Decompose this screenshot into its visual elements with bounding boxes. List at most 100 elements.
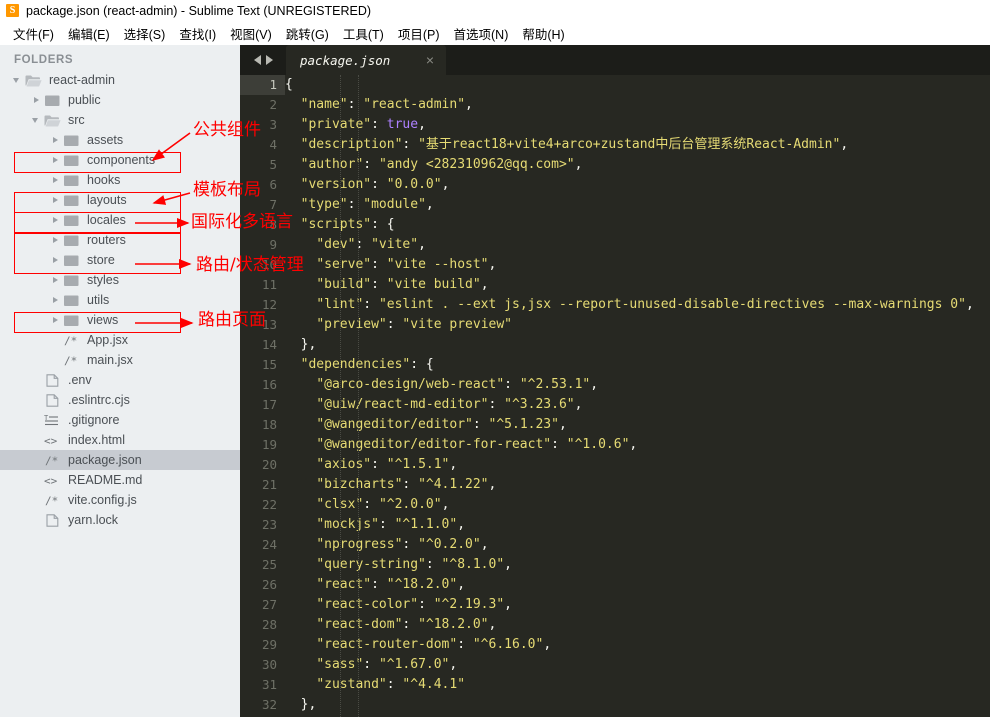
code-content[interactable]: { "name": "react-admin", "private": true… bbox=[285, 75, 990, 717]
code-line[interactable]: "type": "module", bbox=[285, 195, 990, 215]
code-line[interactable]: "zustand": "^4.4.1" bbox=[285, 675, 990, 695]
code-line[interactable]: }, bbox=[285, 335, 990, 355]
tab-nav-arrows[interactable] bbox=[240, 45, 286, 75]
menu-item[interactable]: 查找(I) bbox=[172, 22, 223, 45]
tree-item-react-admin[interactable]: react-admin bbox=[0, 70, 240, 90]
tree-item-vite-config-js[interactable]: /* vite.config.js bbox=[0, 490, 240, 510]
code-line[interactable]: "description": "基于react18+vite4+arco+zus… bbox=[285, 135, 990, 155]
tree-item-main-jsx[interactable]: /* main.jsx bbox=[0, 350, 240, 370]
chevron-right-icon[interactable] bbox=[50, 215, 60, 225]
tree-item-yarn-lock[interactable]: yarn.lock bbox=[0, 510, 240, 530]
code-line[interactable]: "name": "react-admin", bbox=[285, 95, 990, 115]
code-line[interactable]: "react-color": "^2.19.3", bbox=[285, 595, 990, 615]
menu-item[interactable]: 编辑(E) bbox=[61, 22, 117, 45]
tree-item-gitignore[interactable]: T .gitignore bbox=[0, 410, 240, 430]
tree-item-hooks[interactable]: hooks bbox=[0, 170, 240, 190]
code-line[interactable]: { bbox=[285, 75, 990, 95]
code-line[interactable]: "query-string": "^8.1.0", bbox=[285, 555, 990, 575]
tree-item-locales[interactable]: locales bbox=[0, 210, 240, 230]
code-line[interactable]: "axios": "^1.5.1", bbox=[285, 455, 990, 475]
chevron-right-icon[interactable] bbox=[50, 195, 60, 205]
tree-item-public[interactable]: public bbox=[0, 90, 240, 110]
chevron-right-icon[interactable] bbox=[50, 255, 60, 265]
code-line[interactable]: "react": "^18.2.0", bbox=[285, 575, 990, 595]
menu-item[interactable]: 帮助(H) bbox=[515, 22, 571, 45]
chevron-right-icon[interactable] bbox=[50, 275, 60, 285]
chevron-down-icon[interactable] bbox=[12, 75, 22, 85]
folder-tree[interactable]: react-admin public src assets components hook… bbox=[0, 70, 240, 530]
chevron-right-icon[interactable] bbox=[50, 175, 60, 185]
code-line[interactable]: "preview": "vite preview" bbox=[285, 315, 990, 335]
code-line[interactable]: "nprogress": "^0.2.0", bbox=[285, 535, 990, 555]
tree-item-eslintrc-cjs[interactable]: .eslintrc.cjs bbox=[0, 390, 240, 410]
chevron-right-icon[interactable] bbox=[50, 315, 60, 325]
code-line[interactable]: "dependencies": { bbox=[285, 355, 990, 375]
menu-item[interactable]: 工具(T) bbox=[336, 22, 391, 45]
menu-item[interactable]: 跳转(G) bbox=[279, 22, 336, 45]
token-punc: : bbox=[363, 657, 379, 672]
folder-icon bbox=[63, 174, 80, 187]
code-line[interactable]: "@arco-design/web-react": "^2.53.1", bbox=[285, 375, 990, 395]
line-number: 2 bbox=[269, 97, 277, 112]
chevron-right-icon[interactable] bbox=[31, 95, 41, 105]
code-line[interactable]: "private": true, bbox=[285, 115, 990, 135]
code-area[interactable]: 1 2 3 4 5 6 7 8 9 10 11 12 13 14 15 16 17 18 19 20 21 22 23 24 2… bbox=[240, 75, 990, 717]
chevron-right-icon[interactable] bbox=[50, 295, 60, 305]
close-icon[interactable]: × bbox=[410, 53, 446, 67]
code-line[interactable]: "@uiw/react-md-editor": "^3.23.6", bbox=[285, 395, 990, 415]
code-line[interactable]: "@wangeditor/editor-for-react": "^1.0.6"… bbox=[285, 435, 990, 455]
menu-item[interactable]: 视图(V) bbox=[223, 22, 279, 45]
tree-item-assets[interactable]: assets bbox=[0, 130, 240, 150]
code-line[interactable]: "react-dom": "^18.2.0", bbox=[285, 615, 990, 635]
tree-item-label: src bbox=[68, 113, 85, 127]
nav-prev-icon[interactable] bbox=[253, 55, 261, 65]
menu-item[interactable]: 选择(S) bbox=[117, 22, 173, 45]
tree-item-index-html[interactable]: <> index.html bbox=[0, 430, 240, 450]
code-line[interactable]: "mockjs": "^1.1.0", bbox=[285, 515, 990, 535]
tree-item-components[interactable]: components bbox=[0, 150, 240, 170]
code-line[interactable]: "serve": "vite --host", bbox=[285, 255, 990, 275]
code-line[interactable]: }, bbox=[285, 695, 990, 715]
token-punc: , bbox=[449, 657, 458, 672]
menu-item[interactable]: 项目(P) bbox=[391, 22, 447, 45]
tree-item-store[interactable]: store bbox=[0, 250, 240, 270]
sidebar-file-tree[interactable]: FOLDERS react-admin public src assets compon… bbox=[0, 45, 240, 717]
file-icon bbox=[44, 373, 61, 387]
tree-item-readme-md[interactable]: <> README.md bbox=[0, 470, 240, 490]
tree-item-src[interactable]: src bbox=[0, 110, 240, 130]
code-line[interactable]: "bizcharts": "^4.1.22", bbox=[285, 475, 990, 495]
tree-item-views[interactable]: views bbox=[0, 310, 240, 330]
tree-item-routers[interactable]: routers bbox=[0, 230, 240, 250]
code-line[interactable]: "scripts": { bbox=[285, 215, 990, 235]
code-line[interactable]: "clsx": "^2.0.0", bbox=[285, 495, 990, 515]
token-punc: , bbox=[480, 537, 489, 552]
chevron-right-icon[interactable] bbox=[50, 155, 60, 165]
chevron-right-icon[interactable] bbox=[50, 235, 60, 245]
menu-item[interactable]: 文件(F) bbox=[6, 22, 61, 45]
chevron-down-icon[interactable] bbox=[31, 115, 41, 125]
tree-item-package-json[interactable]: /* package.json bbox=[0, 450, 240, 470]
token-punc: : { bbox=[410, 357, 434, 372]
code-line[interactable]: "react-router-dom": "^6.16.0", bbox=[285, 635, 990, 655]
tree-item-styles[interactable]: styles bbox=[0, 270, 240, 290]
menu-item[interactable]: 首选项(N) bbox=[447, 22, 516, 45]
tree-item-utils[interactable]: utils bbox=[0, 290, 240, 310]
tree-item-app-jsx[interactable]: /* App.jsx bbox=[0, 330, 240, 350]
code-line[interactable]: "sass": "^1.67.0", bbox=[285, 655, 990, 675]
token-str: "eslint . --ext js,jsx --report-unused-d… bbox=[378, 297, 966, 312]
tree-item-layouts[interactable]: layouts bbox=[0, 190, 240, 210]
code-line[interactable]: "@wangeditor/editor": "^5.1.23", bbox=[285, 415, 990, 435]
code-line[interactable]: "author": "andy <282310962@qq.com>", bbox=[285, 155, 990, 175]
tab-package-json[interactable]: package.json × bbox=[286, 45, 446, 75]
tree-item-env[interactable]: .env bbox=[0, 370, 240, 390]
nav-next-icon[interactable] bbox=[265, 55, 273, 65]
code-line[interactable]: "lint": "eslint . --ext js,jsx --report-… bbox=[285, 295, 990, 315]
code-line[interactable]: "build": "vite build", bbox=[285, 275, 990, 295]
token-key: "author" bbox=[300, 157, 364, 172]
chevron-right-icon[interactable] bbox=[50, 135, 60, 145]
code-line[interactable]: "version": "0.0.0", bbox=[285, 175, 990, 195]
code-line[interactable]: "dev": "vite", bbox=[285, 235, 990, 255]
